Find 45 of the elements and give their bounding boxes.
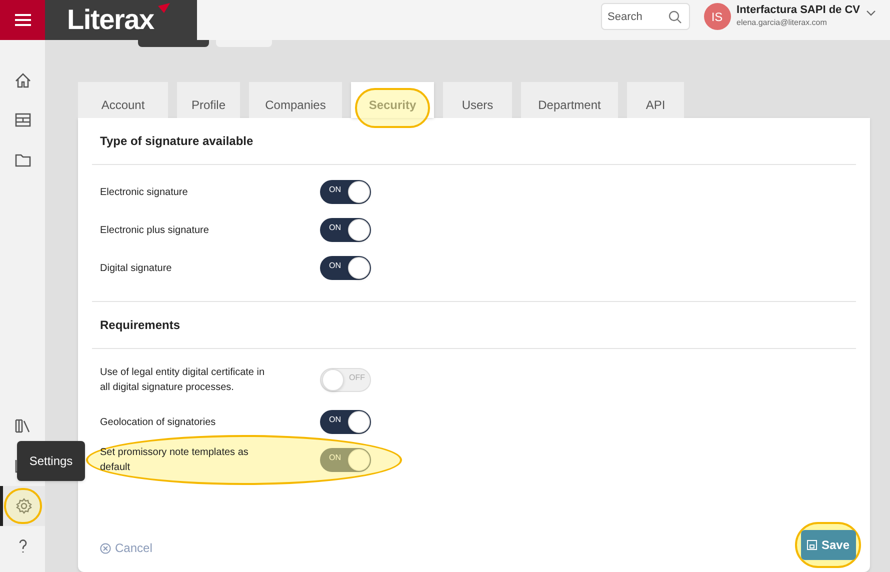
toggle-knob bbox=[348, 181, 370, 203]
toggle-switch[interactable]: ON bbox=[320, 180, 371, 204]
toggle-switch[interactable]: ON bbox=[320, 256, 371, 280]
setting-label: Use of legal entity digital certificate in all digital signature processes. bbox=[100, 366, 266, 395]
toggle-knob bbox=[348, 257, 370, 279]
setting-label: Geolocation of signatories bbox=[100, 416, 217, 430]
menu-button[interactable] bbox=[0, 0, 45, 40]
toggle-knob bbox=[348, 449, 370, 471]
tab[interactable]: API bbox=[627, 82, 684, 118]
close-circle-icon bbox=[100, 542, 111, 554]
toggle-knob bbox=[348, 219, 370, 241]
search-icon bbox=[668, 10, 682, 24]
logo: Literax bbox=[67, 6, 154, 34]
toggle-switch[interactable]: ON bbox=[320, 218, 371, 242]
section-title: Requirements bbox=[100, 317, 180, 334]
tab[interactable]: Users bbox=[443, 82, 512, 118]
user-avatar[interactable]: IS bbox=[704, 3, 731, 30]
settings-icon[interactable] bbox=[14, 496, 34, 516]
toggle-text: OFF bbox=[349, 372, 365, 384]
setting-label: Set promissory note templates as default bbox=[100, 446, 250, 475]
user-email: elena.garcia@literax.com bbox=[736, 17, 828, 29]
tooltip: Settings bbox=[17, 441, 85, 481]
company-name: Interfactura SAPI de CV bbox=[736, 4, 860, 17]
toggle-text: ON bbox=[329, 414, 341, 426]
toggle-text: ON bbox=[329, 452, 341, 464]
toggle-switch[interactable]: ON bbox=[320, 410, 371, 434]
setting-label: Electronic signature bbox=[100, 186, 189, 200]
search-field[interactable]: Search bbox=[600, 3, 690, 30]
tab[interactable]: Account bbox=[78, 82, 168, 118]
save-icon bbox=[807, 540, 818, 550]
tab[interactable]: Companies bbox=[249, 82, 342, 118]
chevron-down-icon[interactable] bbox=[866, 10, 876, 16]
toggle-knob bbox=[348, 411, 370, 433]
toggle-text: ON bbox=[329, 184, 341, 196]
toggle-text: ON bbox=[329, 222, 341, 234]
tab[interactable]: Profile bbox=[177, 82, 240, 118]
save-button[interactable]: Save bbox=[801, 530, 856, 560]
toggle-knob bbox=[322, 369, 344, 391]
tab[interactable]: Department bbox=[521, 82, 618, 118]
logo-mark-icon bbox=[158, 3, 170, 13]
section-title: Type of signature available bbox=[100, 133, 254, 150]
menu-icon bbox=[14, 14, 30, 26]
setting-label: Digital signature bbox=[100, 262, 173, 276]
toggle-text: ON bbox=[329, 260, 341, 272]
setting-label: Electronic plus signature bbox=[100, 224, 210, 238]
